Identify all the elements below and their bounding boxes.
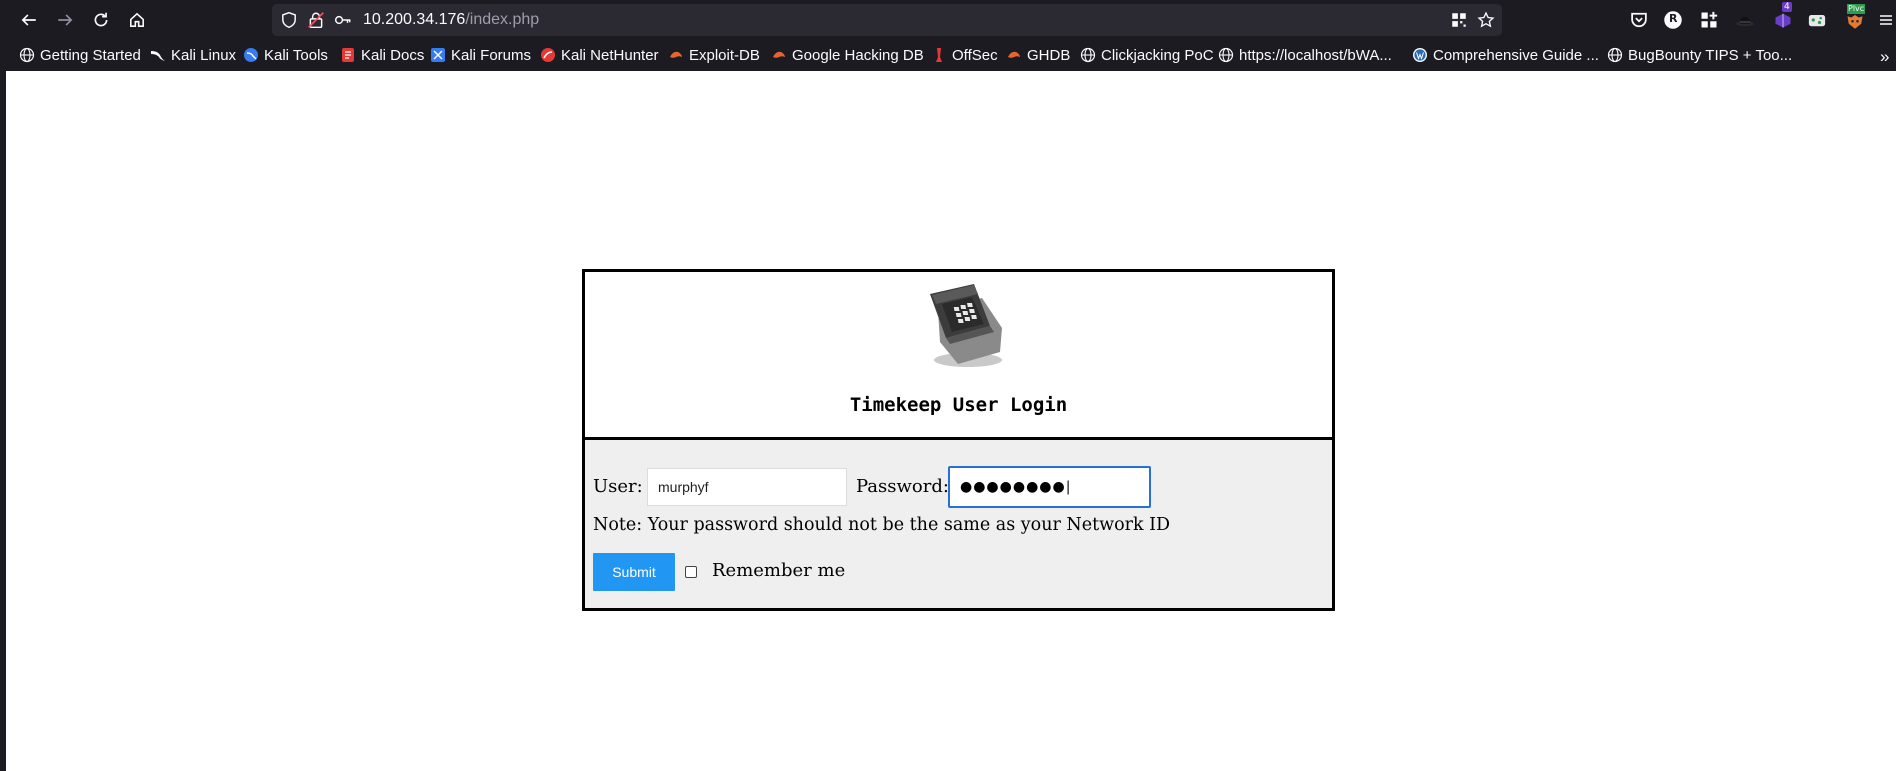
username-input[interactable]: murphyf [647,468,847,506]
profile-initial: R [1669,12,1678,25]
purple-extension-icon[interactable]: 4 [1772,2,1794,31]
password-input[interactable]: ●●●●●●●●| [948,466,1151,508]
url-path: /index.php [465,11,540,28]
globe-icon [1080,47,1096,63]
bookmark-exploit-db[interactable]: Exploit-DB [668,45,760,65]
bookmark-label: Kali Forums [451,46,532,64]
menu-icon[interactable] [1878,9,1894,31]
bookmark-label: Getting Started [40,46,141,64]
exploit-db-icon [668,47,684,63]
submit-button[interactable]: Submit [593,553,675,591]
bookmark-kali-docs[interactable]: Kali Docs [340,45,424,65]
remember-me-label[interactable]: Remember me [712,560,845,581]
bookmark-bugbounty-tips[interactable]: BugBounty TIPS + Too... [1607,45,1792,65]
bookmark-label: Clickjacking PoC [1101,46,1214,64]
url-bar[interactable]: 10.200.34.176/index.php [272,4,1502,36]
exploit-db-icon [1006,47,1022,63]
cookie-editor-icon[interactable] [1806,9,1828,31]
cash-register-icon [930,284,1002,367]
bookmark-kali-forums[interactable]: Kali Forums [430,45,531,65]
profile-extension-icon[interactable]: R [1662,9,1684,31]
pocket-icon[interactable] [1628,9,1650,31]
bookmark-label: Google Hacking DB [792,46,924,64]
qr-code-icon[interactable] [1450,11,1468,29]
forward-button[interactable] [52,7,78,33]
kali-nethunter-icon [540,47,556,63]
login-form: User: murphyf Password: ●●●●●●●●| Note: … [585,440,1332,608]
bookmark-localhost-bwapp[interactable]: https://localhost/bWA... [1218,45,1392,65]
bookmark-ghdb[interactable]: GHDB [1006,45,1070,65]
bookmark-kali-linux[interactable]: Kali Linux [150,45,236,65]
bookmark-label: GHDB [1027,46,1071,64]
window-left-edge [0,71,6,771]
bookmark-clickjacking-poc[interactable]: Clickjacking PoC [1080,45,1214,65]
bookmark-star-icon[interactable] [1477,11,1495,29]
home-button[interactable] [124,7,150,33]
bookmark-kali-tools[interactable]: Kali Tools [243,45,328,65]
bookmark-getting-started[interactable]: Getting Started [19,45,141,65]
login-title: Timekeep User Login [849,394,1068,416]
extension-tag: Plvc [1847,4,1866,14]
tracking-shield-icon[interactable] [280,11,298,29]
extension-badge: 4 [1782,2,1792,12]
globe-icon [1218,47,1234,63]
reload-button[interactable] [88,7,114,33]
login-panel: Timekeep User Login User: murphyf Passwo… [582,269,1335,611]
back-button[interactable] [16,7,42,33]
url-host: 10.200.34.176 [363,11,466,28]
insecure-lock-icon[interactable] [307,11,325,29]
bookmark-label: Kali Docs [361,46,425,64]
bookmarks-toolbar: Getting Started Kali Linux Kali Tools Ka… [0,40,1896,71]
bookmark-kali-nethunter[interactable]: Kali NetHunter [540,45,659,65]
bookmark-label: BugBounty TIPS + Too... [1628,46,1793,64]
bookmark-label: Kali Linux [171,46,237,64]
bookmark-label: https://localhost/bWA... [1239,46,1392,64]
extensions-icon[interactable] [1698,9,1720,31]
user-label: User: [593,476,643,497]
back-arrow-icon [21,14,36,26]
login-header: Timekeep User Login [585,272,1332,440]
bookmark-label: Comprehensive Guide ... [1433,46,1599,64]
remember-me-checkbox[interactable] [685,566,697,578]
bookmark-label: Kali Tools [264,46,328,64]
browser-toolbar: 10.200.34.176/index.php R 4 Plvc [0,0,1896,40]
bookmark-label: Exploit-DB [689,46,760,64]
bookmark-google-hacking-db[interactable]: Google Hacking DB [771,45,924,65]
password-label: Password: [856,476,949,497]
kali-forums-icon [430,47,446,63]
globe-icon [19,47,35,63]
bookmark-offsec[interactable]: OffSec [931,45,998,65]
bookmark-label: OffSec [952,46,998,64]
password-note: Note: Your password should not be the sa… [593,515,1171,535]
bookmark-label: Kali NetHunter [561,46,659,64]
bookmark-comprehensive-guide[interactable]: Comprehensive Guide ... [1412,45,1599,65]
home-icon [130,12,144,27]
exploit-db-icon [771,47,787,63]
bookmarks-overflow-chevron-icon[interactable]: » [1880,47,1889,67]
wordpress-icon [1412,47,1428,63]
fedora-hat-icon[interactable] [1734,9,1756,31]
kali-dragon-icon [150,47,166,63]
kali-tools-icon [243,47,259,63]
url-text[interactable]: 10.200.34.176/index.php [363,11,539,29]
kali-docs-icon [340,47,356,63]
key-icon[interactable] [334,11,352,29]
reload-icon [94,12,108,27]
forward-arrow-icon [58,14,73,26]
wappalyzer-fox-icon[interactable]: Plvc [1844,4,1866,31]
offsec-icon [931,47,947,63]
globe-icon [1607,47,1623,63]
